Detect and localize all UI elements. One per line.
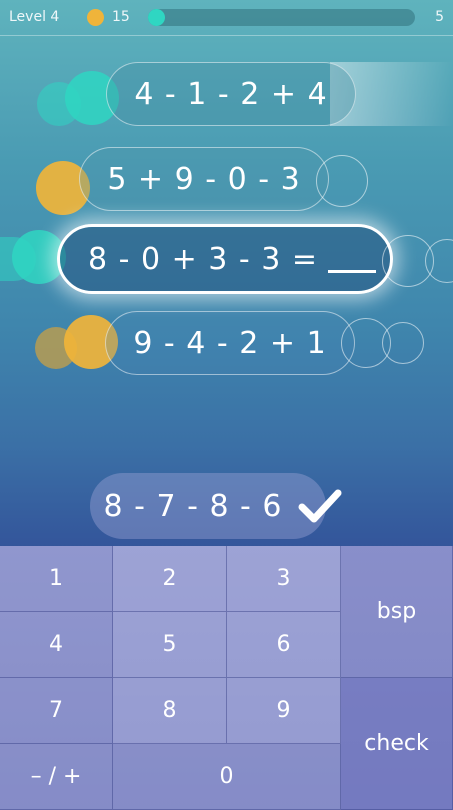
key-label: 2 [162,566,177,591]
key-6[interactable]: 6 [227,612,341,678]
key-label: 5 [162,632,177,657]
backspace-button[interactable]: bsp [341,546,453,678]
key-1[interactable]: 1 [0,546,113,612]
key-3[interactable]: 3 [227,546,341,612]
key-8[interactable]: 8 [113,678,227,744]
key-label: 8 [162,698,177,723]
progress-count: 5 [435,9,444,25]
equation-row-2: 5 + 9 - 0 - 3 [79,147,329,211]
answer-preview-text: 8 - 7 - 8 - 6 [103,488,283,524]
key-sign-toggle[interactable]: – / + [0,744,113,810]
check-button[interactable]: check [341,678,453,810]
key-5[interactable]: 5 [113,612,227,678]
equation-text: 9 - 4 - 2 + 1 [133,325,327,361]
key-label: 7 [49,698,63,723]
game-screen: { "header": { "level_label": "Level 4", … [0,0,453,810]
key-label: bsp [376,599,417,624]
equation-text: 5 + 9 - 0 - 3 [107,161,301,197]
progress-marker [148,9,165,26]
coin-icon [87,9,104,26]
equation-row-4: 9 - 4 - 2 + 1 [105,311,355,375]
key-label: 1 [49,566,63,591]
key-4[interactable]: 4 [0,612,113,678]
key-label: 3 [276,566,291,591]
status-bar: Level 4 15 5 [0,0,453,36]
number-keypad: 1 2 3 4 5 6 7 8 9 – / + 0 bsp check [0,546,453,810]
equation-text: 8 - 0 + 3 - 3 = [88,241,319,277]
key-7[interactable]: 7 [0,678,113,744]
empty-bubble [316,155,368,207]
key-2[interactable]: 2 [113,546,227,612]
key-label: 0 [219,764,234,789]
equation-row-1: 4 - 1 - 2 + 4 [106,62,356,126]
coin-count: 15 [112,9,130,25]
key-label: 9 [276,698,291,723]
key-label: – / + [30,764,82,789]
key-label: check [364,731,429,756]
equation-row-active: 8 - 0 + 3 - 3 = [57,224,393,294]
answer-preview: 8 - 7 - 8 - 6 [90,473,326,539]
empty-bubble [382,322,424,364]
answer-blank[interactable] [328,246,377,273]
equation-text: 4 - 1 - 2 + 4 [134,76,328,112]
key-label: 4 [49,632,63,657]
level-label: Level 4 [9,9,60,25]
key-9[interactable]: 9 [227,678,341,744]
key-0[interactable]: 0 [113,744,341,810]
level-progress-bar [148,9,415,26]
key-label: 6 [276,632,291,657]
checkmark-icon [298,489,342,523]
